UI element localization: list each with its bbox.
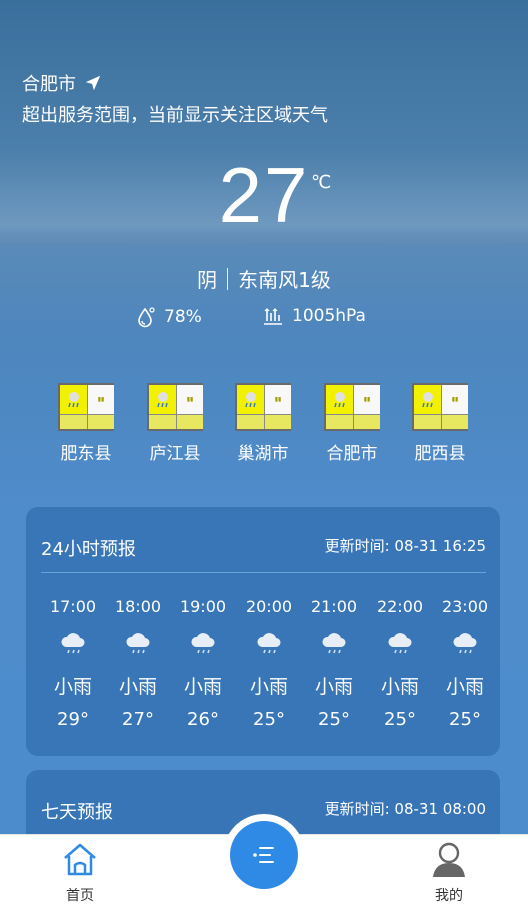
hour-temp: 27°	[122, 709, 154, 730]
hour-temp: 26°	[187, 709, 219, 730]
list-menu-icon	[253, 847, 274, 863]
warning-area-label: 合肥市	[326, 444, 378, 464]
light-rain-icon	[257, 633, 281, 654]
humidity-icon	[138, 307, 155, 328]
light-rain-icon	[61, 633, 85, 654]
hour-desc: 小雨	[380, 676, 419, 698]
navigation-arrow-icon	[85, 75, 101, 91]
hourly-item: 21:00 小雨 25°	[304, 597, 364, 730]
hourly-title: 24小时预报	[41, 539, 136, 560]
light-rain-icon	[322, 633, 346, 654]
weather-text: 阴	[197, 268, 218, 292]
user-icon	[433, 842, 465, 877]
light-rain-icon	[388, 633, 412, 654]
wind-text: 东南风1级	[238, 268, 331, 292]
pressure-stat: 1005hPa	[262, 306, 366, 326]
light-rain-icon	[191, 633, 215, 654]
location-header[interactable]: 合肥市	[22, 70, 102, 96]
service-range-notice: 超出服务范围，当前显示关注区域天气	[22, 105, 328, 126]
hourly-item: 20:00 小雨 25°	[239, 597, 299, 730]
tab-mine[interactable]: 我的	[409, 835, 489, 904]
warning-item[interactable]: ▮▮ 庐江县	[135, 383, 215, 464]
pressure-icon	[264, 308, 282, 325]
warning-item[interactable]: ▮▮ 肥东县	[46, 383, 126, 464]
tab-mine-label: 我的	[435, 888, 463, 904]
hour-time: 18:00	[114, 597, 162, 616]
hourly-update-time: 更新时间: 08-31 16:25	[324, 537, 486, 555]
hour-time: 20:00	[245, 597, 293, 616]
hour-desc: 小雨	[445, 676, 484, 698]
city-name: 合肥市	[22, 74, 76, 95]
humidity-stat: 78%	[136, 306, 202, 328]
light-rain-icon	[126, 633, 150, 654]
warning-item[interactable]: ▮▮ 合肥市	[312, 383, 392, 464]
pressure-value: 1005hPa	[292, 306, 366, 326]
hour-time: 21:00	[310, 597, 358, 616]
tab-home-label: 首页	[66, 888, 94, 904]
rainstorm-warning-icon: ▮▮	[235, 383, 291, 431]
temperature-value: 27	[218, 151, 310, 239]
rainstorm-warning-icon: ▮▮	[324, 383, 380, 431]
hour-desc: 小雨	[183, 676, 222, 698]
hour-temp: 25°	[253, 709, 285, 730]
hourly-item: 17:00 小雨 29°	[43, 597, 103, 730]
current-condition: 阴 东南风1级	[0, 264, 528, 293]
hour-time: 19:00	[179, 597, 227, 616]
warning-area-label: 巢湖市	[237, 444, 289, 464]
hour-temp: 25°	[384, 709, 416, 730]
home-icon	[64, 843, 96, 876]
tab-home[interactable]: 首页	[40, 835, 120, 904]
hour-desc: 小雨	[53, 676, 92, 698]
current-temperature: 27 ℃	[0, 150, 528, 241]
hour-time: 17:00	[49, 597, 97, 616]
weekly-title: 七天预报	[41, 802, 113, 823]
weekly-update-time: 更新时间: 08-31 08:00	[324, 800, 486, 818]
rainstorm-warning-icon: ▮▮	[147, 383, 203, 431]
rainstorm-warning-icon: ▮▮	[58, 383, 114, 431]
rainstorm-warning-icon: ▮▮	[412, 383, 468, 431]
hour-time: 22:00	[376, 597, 424, 616]
divider	[41, 572, 486, 573]
temperature-unit: ℃	[311, 172, 332, 193]
hour-desc: 小雨	[249, 676, 288, 698]
hourly-item: 19:00 小雨 26°	[173, 597, 233, 730]
warning-area-label: 肥西县	[414, 444, 466, 464]
warning-area-label: 肥东县	[60, 444, 112, 464]
hourly-item: 18:00 小雨 27°	[108, 597, 168, 730]
humidity-value: 78%	[164, 307, 202, 327]
hourly-item: 22:00 小雨 25°	[370, 597, 430, 730]
warning-item[interactable]: ▮▮ 巢湖市	[223, 383, 303, 464]
hour-temp: 25°	[318, 709, 350, 730]
hourly-forecast-card: 24小时预报 更新时间: 08-31 16:25 17:00 小雨 29° 18…	[26, 507, 500, 756]
hour-temp: 29°	[57, 709, 89, 730]
warning-item[interactable]: ▮▮ 肥西县	[400, 383, 480, 464]
warning-area-label: 庐江县	[149, 444, 201, 464]
hour-desc: 小雨	[314, 676, 353, 698]
light-rain-icon	[453, 633, 477, 654]
menu-fab-button[interactable]	[230, 821, 298, 889]
hour-desc: 小雨	[118, 676, 157, 698]
hour-temp: 25°	[449, 709, 481, 730]
hourly-item: 23:00 小雨 25°	[435, 597, 495, 730]
divider	[227, 267, 229, 290]
hour-time: 23:00	[441, 597, 489, 616]
